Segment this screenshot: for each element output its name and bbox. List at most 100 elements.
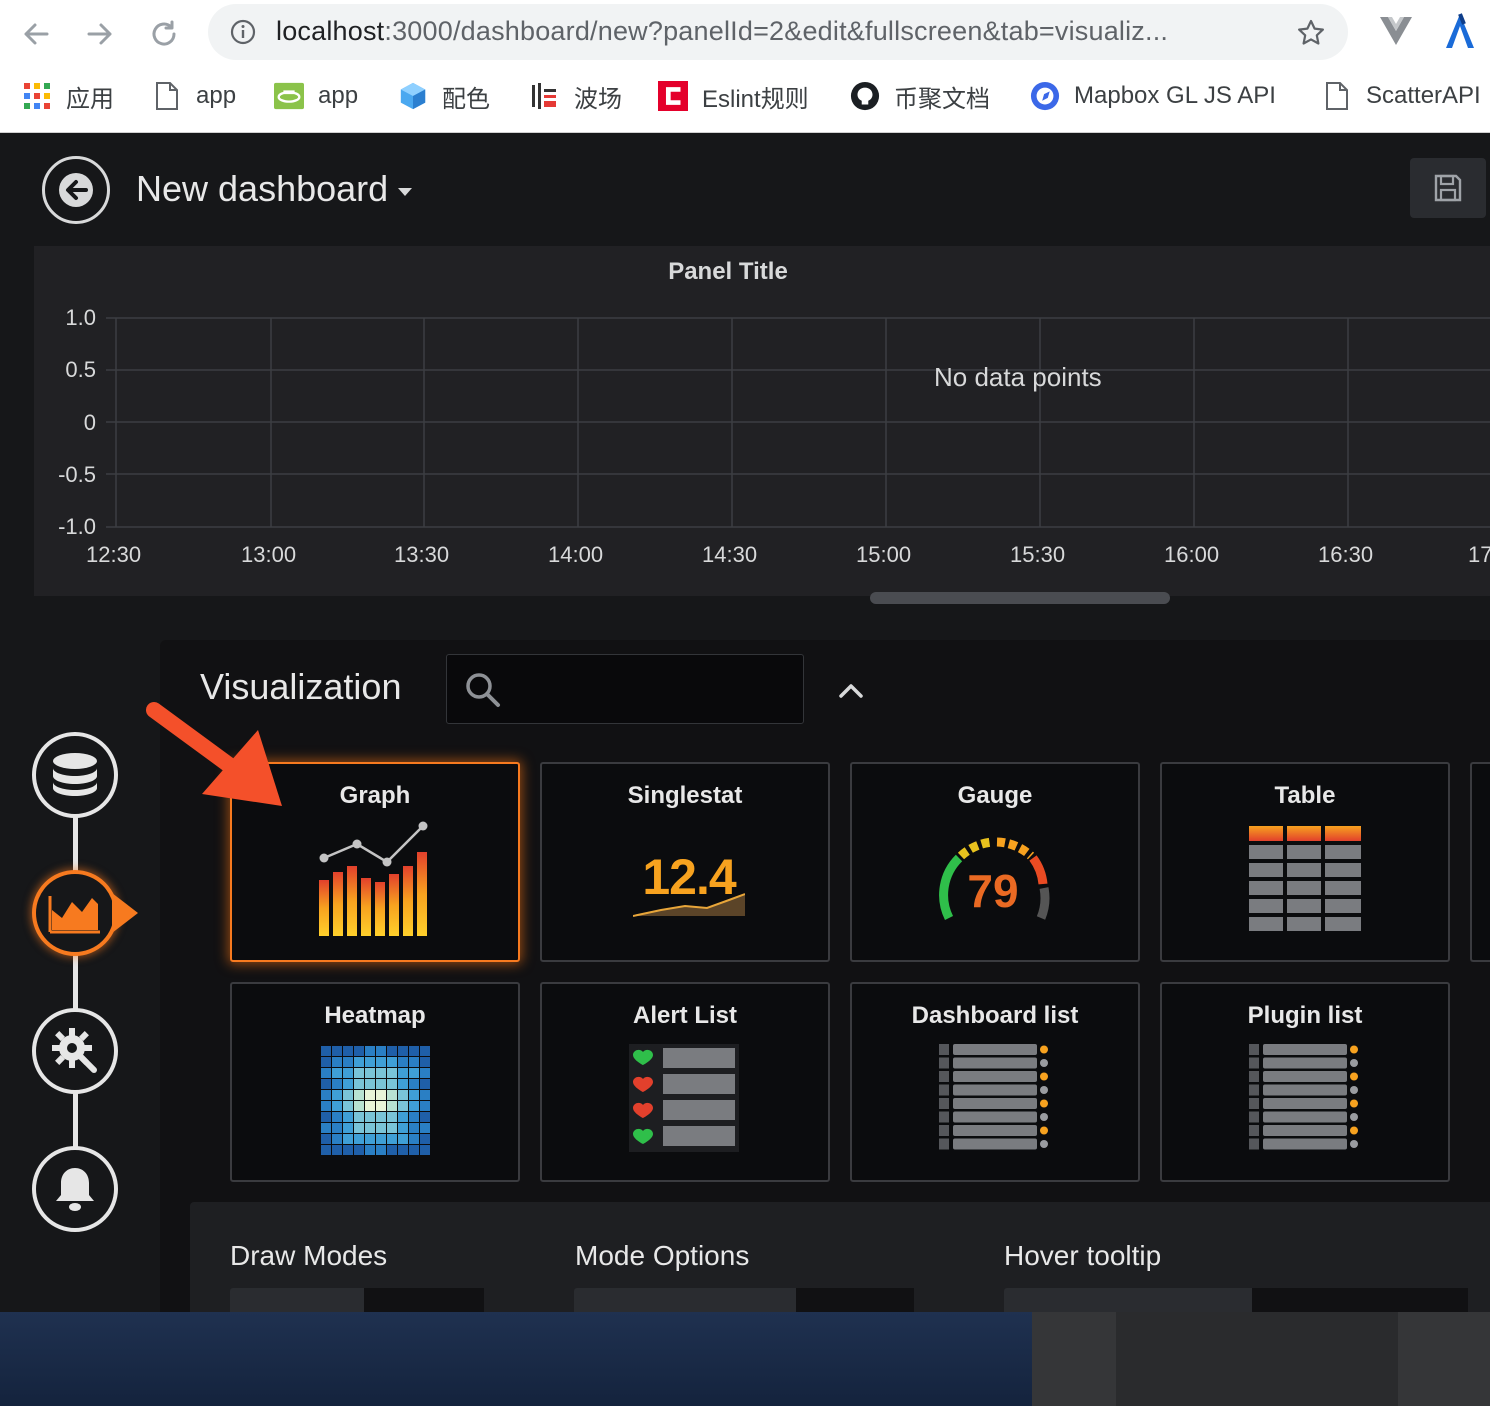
list-bar [953, 1057, 1037, 1069]
database-icon [53, 753, 97, 796]
list-bar [1263, 1138, 1347, 1150]
heatmap-cell [408, 1145, 419, 1155]
heatmap-cell [386, 1101, 397, 1111]
heatmap-cell [419, 1090, 430, 1100]
heatmap-cell [386, 1123, 397, 1133]
heatmap-cell [342, 1101, 353, 1111]
panel-resize-handle[interactable] [870, 592, 1170, 604]
heatmap-cell [320, 1145, 331, 1155]
list-bar [953, 1125, 1037, 1136]
x-tick: 17 [1468, 542, 1490, 567]
alert-list-viz-icon [629, 1044, 739, 1152]
x-tick: 14:30 [702, 542, 758, 567]
x-tick: 16:30 [1318, 542, 1374, 567]
x-tick: 16:00 [1164, 542, 1220, 567]
heatmap-cell [375, 1057, 386, 1067]
heatmap-cell [375, 1101, 386, 1111]
list-stripe [939, 1125, 949, 1136]
active-tab-pointer-icon [112, 893, 138, 933]
chevron-up-icon[interactable] [836, 676, 866, 706]
heatmap-cell [419, 1123, 430, 1133]
heatmap-cell [375, 1123, 386, 1133]
heatmap-cell [364, 1101, 375, 1111]
heatmap-cell [408, 1068, 419, 1078]
draw-modes-heading: Draw Modes [230, 1240, 388, 1271]
heatmap-cell [342, 1068, 353, 1078]
heatmap-cell [375, 1079, 386, 1089]
search-icon [466, 673, 500, 707]
list-dot [1040, 1113, 1048, 1121]
heatmap-cell [320, 1112, 331, 1122]
heatmap-cell [419, 1101, 430, 1111]
heatmap-cell [342, 1079, 353, 1089]
heatmap-cell [353, 1068, 364, 1078]
heatmap-cell [397, 1101, 408, 1111]
viz-card-plugin-list[interactable]: Plugin list [1160, 982, 1450, 1182]
heatmap-cell [364, 1134, 375, 1144]
heatmap-cell [397, 1090, 408, 1100]
heatmap-cell [331, 1090, 342, 1100]
singlestat-viz-icon: 12.4 [625, 820, 745, 930]
heatmap-cell [331, 1112, 342, 1122]
list-stripe [939, 1084, 949, 1096]
heatmap-cell [331, 1123, 342, 1133]
heatmap-cell [320, 1068, 331, 1078]
heatmap-cell [386, 1134, 397, 1144]
plugin-list-viz-icon [1249, 1044, 1358, 1150]
heatmap-cell [342, 1057, 353, 1067]
viz-card-singlestat[interactable]: Singlestat 12.4 [540, 762, 830, 962]
viz-card-label: Dashboard list [911, 1002, 1079, 1029]
gear-wrench-icon [52, 1028, 97, 1073]
visualization-tab-button[interactable] [32, 870, 118, 956]
heatmap-cell [353, 1057, 364, 1067]
search-input[interactable] [517, 655, 797, 723]
heatmap-cell [331, 1057, 342, 1067]
list-stripe [939, 1098, 949, 1109]
heatmap-viz-icon [320, 1046, 430, 1155]
heatmap-cell [353, 1123, 364, 1133]
heatmap-cell [408, 1079, 419, 1089]
heatmap-cell [364, 1079, 375, 1089]
visualization-search[interactable] [446, 654, 804, 724]
list-dot [1350, 1140, 1358, 1148]
list-dot [1040, 1126, 1048, 1135]
list-bar [953, 1098, 1037, 1109]
no-data-message: No data points [934, 362, 1102, 392]
heatmap-cell [364, 1123, 375, 1133]
dashboard-list-viz-icon [939, 1044, 1048, 1150]
viz-card-label: Singlestat [627, 782, 743, 809]
viz-card-heatmap[interactable]: Heatmap [230, 982, 520, 1182]
list-dot [1350, 1059, 1358, 1067]
heatmap-cell [397, 1068, 408, 1078]
heatmap-cell [386, 1112, 397, 1122]
heatmap-cell [419, 1134, 430, 1144]
list-bar [1263, 1125, 1347, 1136]
viz-card-partial[interactable] [1470, 762, 1490, 962]
viz-card-gauge[interactable]: Gauge 79 [850, 762, 1140, 962]
list-dot [1040, 1140, 1048, 1148]
list-bar [953, 1138, 1037, 1150]
heatmap-cell [320, 1057, 331, 1067]
alert-tab-button[interactable] [32, 1146, 118, 1232]
graph-viz-icon [319, 821, 428, 936]
viz-card-label: Plugin list [1247, 1002, 1363, 1029]
viz-card-table[interactable]: Table [1160, 762, 1450, 962]
heatmap-cell [397, 1123, 408, 1133]
viz-card-dashboard-list[interactable]: Dashboard list [850, 982, 1140, 1182]
heatmap-cell [331, 1068, 342, 1078]
list-stripe [939, 1138, 949, 1150]
viz-card-label: Heatmap [324, 1002, 426, 1029]
heatmap-cell [408, 1134, 419, 1144]
list-bar [1263, 1098, 1347, 1109]
general-tab-button[interactable] [32, 1008, 118, 1094]
viz-card-alert-list[interactable]: Alert List [540, 982, 830, 1182]
y-tick: -1.0 [58, 514, 96, 539]
list-bar [1263, 1057, 1347, 1069]
list-dot [1350, 1086, 1358, 1094]
table-viz-icon [1249, 826, 1361, 931]
heatmap-cell [320, 1090, 331, 1100]
heatmap-cell [386, 1145, 397, 1155]
queries-tab-button[interactable] [32, 732, 118, 818]
heatmap-cell [364, 1068, 375, 1078]
x-tick: 12:30 [86, 542, 142, 567]
